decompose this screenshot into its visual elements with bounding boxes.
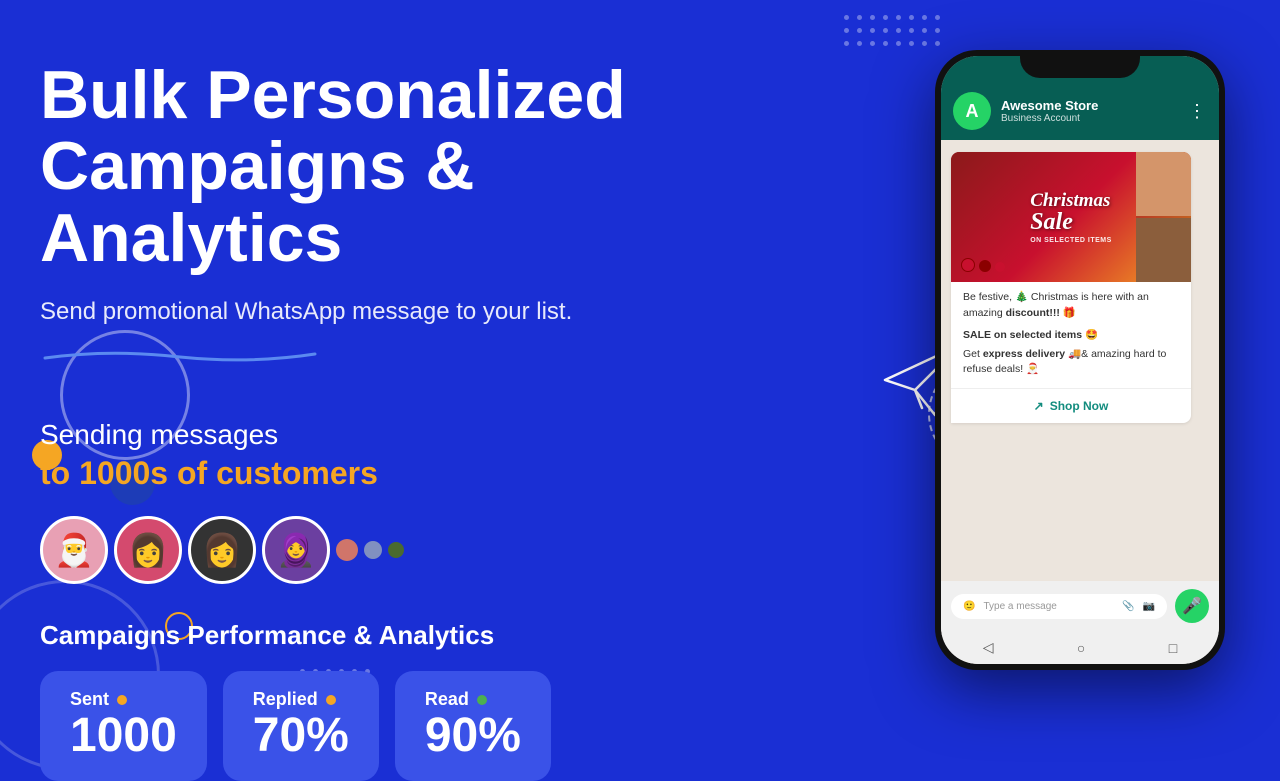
contact-info: Awesome Store Business Account (1001, 98, 1178, 124)
stat-sent: Sent 1000 (40, 671, 207, 781)
shop-now-label: Shop Now (1050, 399, 1109, 413)
whatsapp-input-bar: 🙂 Type a message 📎 📷 🎤 (941, 581, 1219, 631)
chat-area: Christmas Sale ON SELECTED ITEMS Be fest… (941, 140, 1219, 581)
message-sale-line: SALE on selected items 🤩 (963, 328, 1179, 341)
stat-read: Read 90% (395, 671, 551, 781)
stat-replied-label: Replied (253, 689, 349, 710)
contact-status: Business Account (1001, 113, 1178, 124)
input-placeholder-text: Type a message (983, 601, 1114, 612)
contact-avatar: A (953, 92, 991, 130)
message-sale-subtitle: ON SELECTED ITEMS (1030, 237, 1112, 244)
home-nav-icon[interactable]: ○ (1077, 640, 1085, 656)
stat-sent-dot (117, 695, 127, 705)
avatar-3: 👩 (188, 516, 256, 584)
stat-read-dot (477, 695, 487, 705)
stats-row: Sent 1000 Replied 70% Read 90% (40, 671, 720, 781)
phone-screen: A Awesome Store Business Account ⋮ (941, 56, 1219, 664)
avatar-dot-3 (388, 542, 404, 558)
external-link-icon: ↗ (1034, 399, 1044, 413)
stat-read-label: Read (425, 689, 521, 710)
stat-replied-dot (326, 695, 336, 705)
sending-line2: to 1000s of customers (40, 455, 720, 492)
subheadline: Send promotional WhatsApp message to you… (40, 298, 720, 326)
phone-frame: A Awesome Store Business Account ⋮ (935, 50, 1225, 670)
shop-now-button[interactable]: ↗ Shop Now (951, 388, 1191, 423)
underline-curve (40, 346, 320, 364)
wa-menu-dots[interactable]: ⋮ (1188, 101, 1207, 122)
message-text-1: Be festive, 🎄 Christmas is here with an … (963, 290, 1179, 322)
sending-messages-block: Sending messages to 1000s of customers (40, 419, 720, 492)
message-sale-text: Sale (1030, 210, 1112, 234)
recents-nav-icon[interactable]: □ (1169, 640, 1177, 656)
stat-sent-label: Sent (70, 689, 177, 710)
message-bubble: Christmas Sale ON SELECTED ITEMS Be fest… (951, 152, 1191, 423)
phone-bottom-nav: ◁ ○ □ (941, 631, 1219, 664)
stat-replied: Replied 70% (223, 671, 379, 781)
avatar-dot-1 (336, 539, 358, 561)
left-content: Bulk Personalized Campaigns & Analytics … (40, 60, 720, 781)
phone-notch (1020, 50, 1140, 78)
headline: Bulk Personalized Campaigns & Analytics (40, 60, 720, 274)
back-nav-icon[interactable]: ◁ (983, 639, 994, 656)
phone-section: A Awesome Store Business Account ⋮ (920, 30, 1240, 690)
stat-sent-value: 1000 (70, 710, 177, 763)
avatar-1: 🎅 (40, 516, 108, 584)
avatar-dot-2 (364, 541, 382, 559)
message-delivery: Get express delivery 🚚& amazing hard to … (963, 347, 1179, 379)
mic-button[interactable]: 🎤 (1175, 589, 1209, 623)
stat-read-value: 90% (425, 710, 521, 763)
message-text-area: Be festive, 🎄 Christmas is here with an … (951, 282, 1191, 388)
attachment-icon: 📎 (1122, 601, 1134, 612)
camera-icon: 📷 (1143, 601, 1155, 612)
message-image: Christmas Sale ON SELECTED ITEMS (951, 152, 1191, 282)
message-christmas-text: Christmas (1030, 191, 1112, 210)
emoji-icon: 🙂 (963, 601, 975, 612)
sending-line1: Sending messages (40, 419, 720, 451)
avatar-4: 🧕 (262, 516, 330, 584)
avatars-row: 🎅 👩 👩 🧕 (40, 516, 720, 584)
avatar-2: 👩 (114, 516, 182, 584)
analytics-title: Campaigns Performance & Analytics (40, 620, 720, 651)
message-input-field[interactable]: 🙂 Type a message 📎 📷 (951, 594, 1167, 619)
contact-name: Awesome Store (1001, 98, 1178, 113)
stat-replied-value: 70% (253, 710, 349, 763)
